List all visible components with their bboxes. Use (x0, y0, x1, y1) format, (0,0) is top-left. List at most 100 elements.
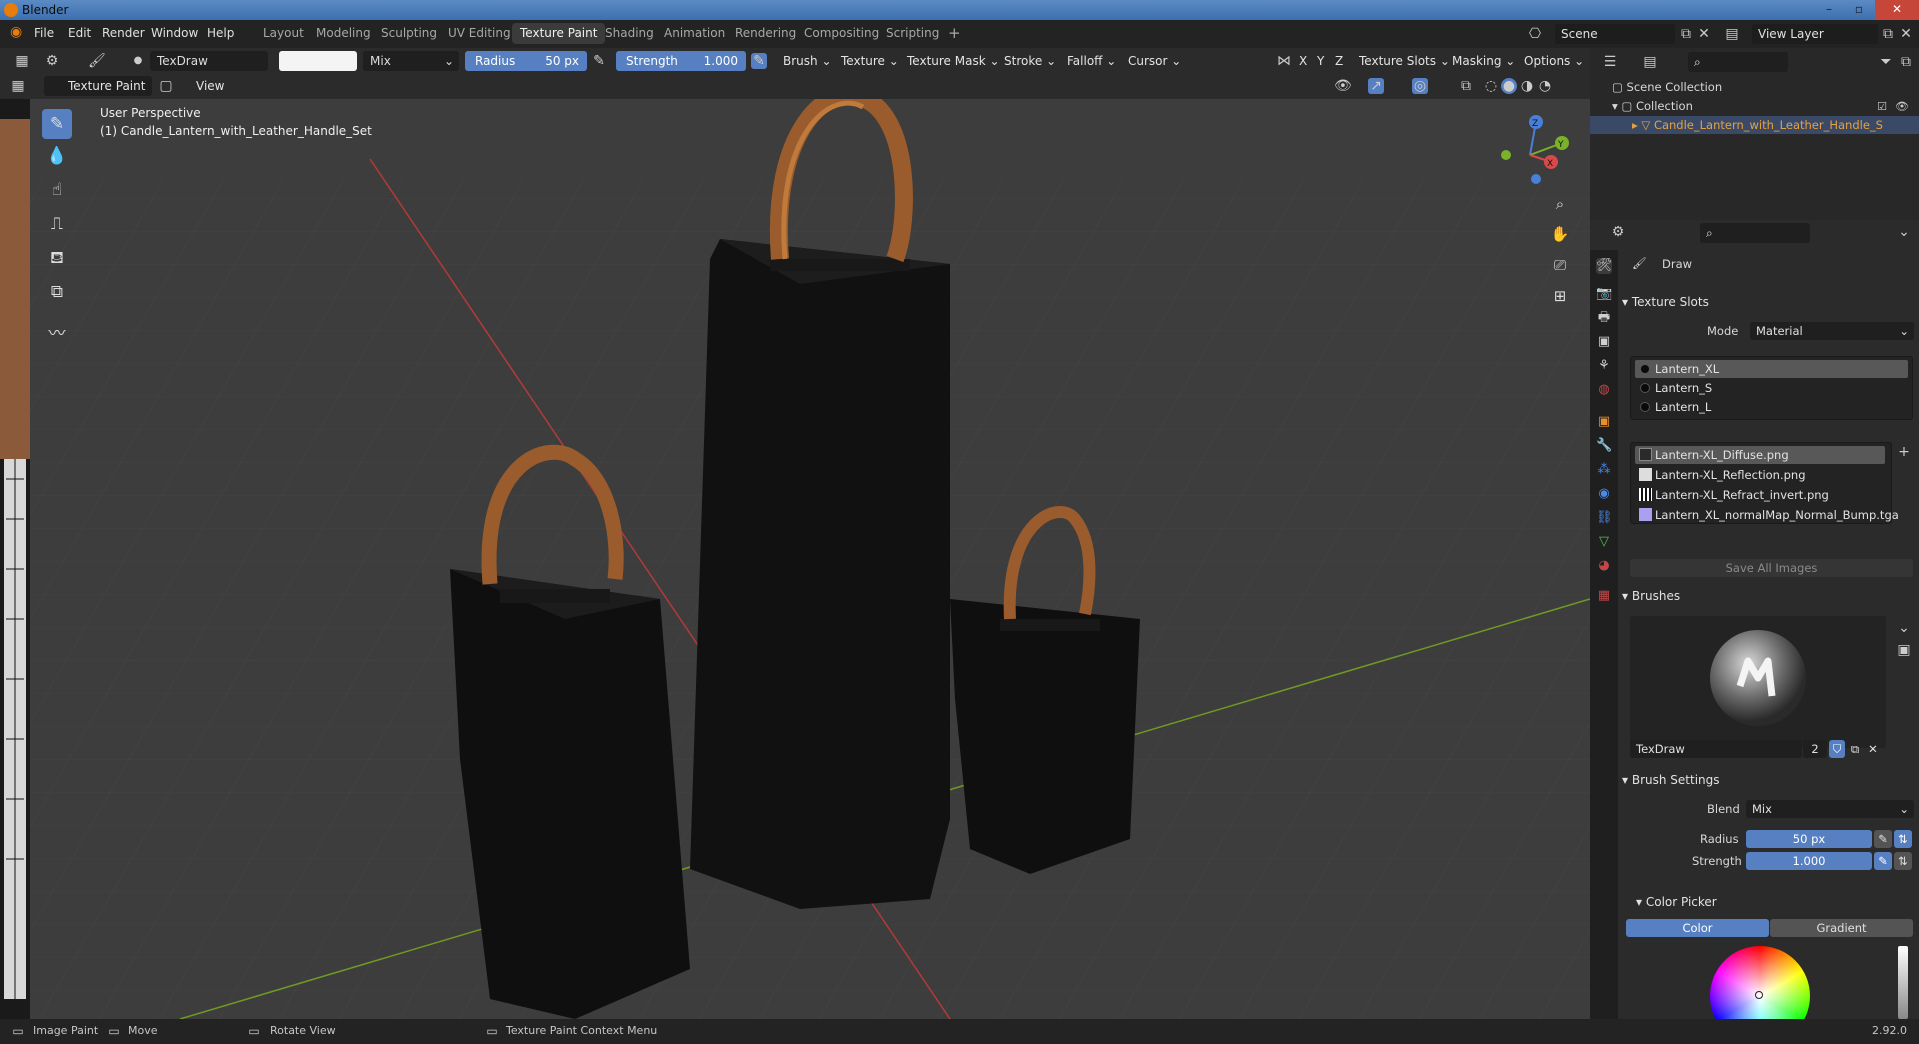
view-icon[interactable]: ▤ (1642, 54, 1658, 70)
view-menu[interactable]: View (192, 76, 228, 96)
draw-tool-icon[interactable]: ✎ (42, 109, 72, 139)
rendered-shading-icon[interactable]: ◔ (1537, 78, 1553, 94)
options-dropdown[interactable]: Options ⌄ (1520, 51, 1588, 71)
physics-tab-icon[interactable]: ◉ (1596, 486, 1612, 502)
menu-help[interactable]: Help (207, 26, 234, 40)
blend-dropdown[interactable]: Mix ⌄ (363, 51, 459, 71)
solid-shading-icon[interactable]: ● (1501, 78, 1517, 94)
material-shading-icon[interactable]: ◑ (1519, 78, 1535, 94)
gizmo-neg-z[interactable] (1531, 174, 1541, 184)
smear-tool-icon[interactable]: ☝ (42, 175, 72, 205)
material-slot-item[interactable]: Lantern_XL (1635, 360, 1908, 378)
menu-window[interactable]: Window (151, 26, 198, 40)
zoom-icon[interactable]: ⌕ (1549, 193, 1571, 215)
camera-icon[interactable]: ⎚ (1549, 254, 1571, 276)
value-slider[interactable] (1898, 946, 1908, 1019)
duplicate-brush-icon[interactable]: ⧉ (1847, 740, 1863, 758)
tool-settings-icon[interactable]: ⚙ (44, 53, 60, 69)
close-button[interactable]: ✕ (1875, 0, 1919, 20)
properties-search[interactable]: ⌕ (1700, 223, 1810, 243)
maximize-button[interactable]: ▫ (1845, 0, 1873, 20)
save-all-images-button[interactable]: Save All Images (1630, 559, 1913, 577)
mask-tool-icon[interactable]: ⧉ (42, 277, 72, 307)
brush-dropdown[interactable]: Brush ⌄ (779, 51, 836, 71)
delete-scene-icon[interactable]: ✕ (1696, 26, 1712, 42)
menu-file[interactable]: File (34, 26, 54, 40)
navigation-gizmo[interactable]: Z Y X (1490, 110, 1570, 190)
image-slot-item[interactable]: Lantern-XL_Reflection.png (1635, 466, 1885, 484)
texture-slots-dropdown[interactable]: Texture Slots ⌄ (1355, 51, 1454, 71)
new-scene-icon[interactable]: ⧉ (1678, 26, 1694, 42)
output-tab-icon[interactable]: 🖶 (1596, 310, 1612, 326)
world-tab-icon[interactable]: ◍ (1596, 382, 1612, 398)
image-slot-item[interactable]: Lantern-XL_Diffuse.png (1635, 446, 1885, 464)
mode-dropdown[interactable]: Texture Paint ⌄ (44, 76, 152, 107)
mirror-z-toggle[interactable]: Z (1331, 51, 1347, 71)
brush-settings-panel-header[interactable]: ▾ Brush Settings (1622, 773, 1917, 795)
mode-dropdown[interactable]: Material ⌄ (1750, 322, 1914, 340)
add-workspace-icon[interactable]: + (940, 21, 969, 42)
wireframe-shading-icon[interactable]: ◌ (1483, 78, 1499, 94)
menu-render[interactable]: Render (102, 26, 145, 40)
brush-icon[interactable]: 🖌 (88, 53, 106, 69)
modifier-tab-icon[interactable]: 🔧 (1596, 438, 1612, 454)
view-layer-tab-icon[interactable]: ▣ (1596, 334, 1612, 350)
grid-icon[interactable]: ⊞ (1549, 285, 1571, 307)
brush-icon-toggle[interactable]: ▣ (1896, 642, 1912, 658)
gradient-tab[interactable]: Gradient (1770, 919, 1913, 937)
menu-edit[interactable]: Edit (68, 26, 91, 40)
tab-texture-paint[interactable]: Texture Paint (512, 23, 606, 44)
scene-icon[interactable]: ⎔ (1527, 26, 1543, 42)
xray-icon[interactable]: ⧉ (1458, 78, 1474, 94)
falloff-dropdown[interactable]: Falloff ⌄ (1063, 51, 1120, 71)
tab-layout[interactable]: Layout (255, 23, 312, 44)
mirror-y-toggle[interactable]: Y (1313, 51, 1328, 71)
tab-scripting[interactable]: Scripting (878, 23, 947, 44)
stroke-dropdown[interactable]: Stroke ⌄ (1000, 51, 1060, 71)
gizmo-neg-y[interactable] (1501, 150, 1511, 160)
annotate-tool-icon[interactable]: 〰 (42, 319, 72, 349)
radius-slider[interactable]: Radius 50 px (465, 51, 587, 71)
3d-viewport[interactable]: . (30, 99, 1590, 1019)
texture-slots-panel-header[interactable]: ▾ Texture Slots (1622, 295, 1917, 317)
view-layer-field[interactable]: View Layer (1752, 24, 1878, 44)
scene-tab-icon[interactable]: ⚘ (1596, 358, 1612, 374)
brushes-panel-header[interactable]: ▾ Brushes (1622, 589, 1917, 611)
minimize-button[interactable]: – (1815, 0, 1843, 20)
masking-dropdown[interactable]: Masking ⌄ (1448, 51, 1519, 71)
strength-lock-icon[interactable]: ⇅ (1894, 852, 1912, 870)
tab-rendering[interactable]: Rendering (727, 23, 804, 44)
object-tab-icon[interactable]: ▣ (1596, 414, 1612, 430)
display-mode-icon[interactable]: ☰ (1602, 54, 1618, 70)
chevron-down-icon[interactable]: ⌄ (1896, 620, 1912, 636)
blender-menu-icon[interactable]: ◉ (10, 24, 22, 40)
fake-user-icon[interactable]: ⛉ (1829, 740, 1845, 758)
delete-view-layer-icon[interactable]: ✕ (1898, 26, 1914, 42)
add-image-icon[interactable]: + (1896, 444, 1912, 460)
material-tab-icon[interactable]: ◕ (1596, 558, 1612, 574)
material-slot-item[interactable]: Lantern_S (1635, 379, 1915, 397)
brush-name-field[interactable]: TexDraw (1630, 740, 1802, 758)
render-tab-icon[interactable]: 📷 (1596, 286, 1612, 302)
outliner-search[interactable]: ⌕ (1688, 52, 1788, 72)
view-layer-icon[interactable]: ▤ (1724, 26, 1740, 42)
overlays-icon[interactable]: ◎ (1412, 78, 1428, 94)
radius-slider[interactable]: 50 px (1746, 830, 1872, 848)
scene-field[interactable]: Scene (1555, 24, 1675, 44)
texture-mask-dropdown[interactable]: Texture Mask ⌄ (903, 51, 1004, 71)
image-editor-strip[interactable] (0, 99, 30, 1019)
radius-pressure-icon[interactable]: ✎ (1874, 830, 1892, 848)
editor-type-icon[interactable]: ▦ (10, 78, 26, 94)
color-tab[interactable]: Color (1626, 919, 1769, 937)
radius-unit-icon[interactable]: ⇅ (1894, 830, 1912, 848)
visibility-icon[interactable]: 👁 (1334, 78, 1352, 94)
color-picker-panel-header[interactable]: ▾ Color Picker (1636, 895, 1919, 917)
image-slot-item[interactable]: Lantern_XL_normalMap_Normal_Bump.tga (1635, 506, 1899, 524)
object-row[interactable]: ▸ ▽ Candle_Lantern_with_Leather_Handle_S (1590, 116, 1919, 134)
mask-toggle-icon[interactable]: ▢ (158, 78, 174, 94)
fake-user-icon[interactable]: ● (130, 53, 146, 69)
data-tab-icon[interactable]: ▽ (1596, 534, 1612, 550)
filter-icon[interactable]: ⏷ (1878, 54, 1894, 70)
particles-tab-icon[interactable]: ⁂ (1596, 462, 1612, 478)
color-cursor[interactable] (1755, 991, 1763, 999)
